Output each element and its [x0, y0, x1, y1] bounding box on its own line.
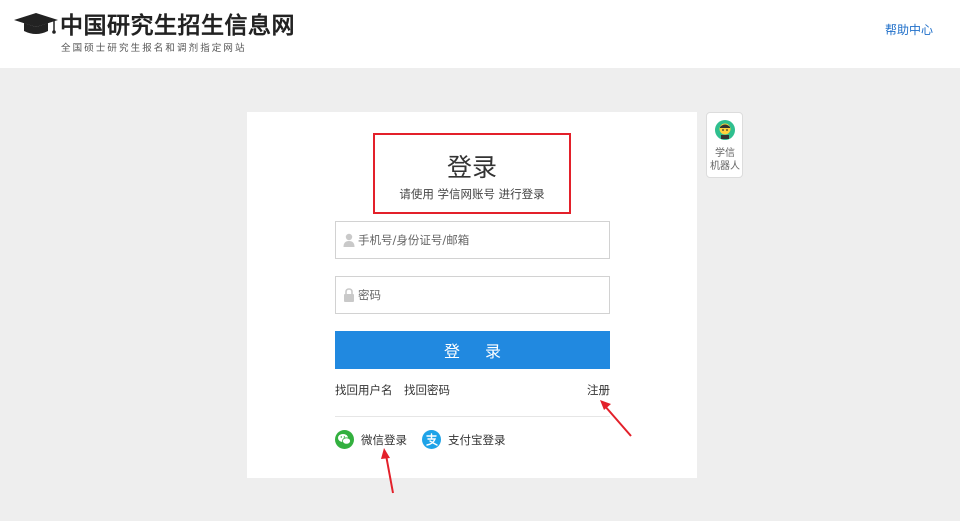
site-header: 中国研究生招生信息网 全国硕士研究生报名和调剂指定网站 帮助中心 — [0, 0, 960, 68]
logo-title: 中国研究生招生信息网 — [60, 13, 295, 39]
robot-icon — [715, 120, 735, 140]
wechat-login-label: 微信登录 — [361, 433, 407, 447]
robot-label-line1: 学信 — [715, 148, 735, 159]
forgot-password-link[interactable]: 找回密码 — [404, 382, 450, 398]
robot-label-line2: 机器人 — [710, 161, 740, 172]
account-links: 找回用户名 找回密码 注册 — [335, 382, 610, 398]
robot-label: 学信 机器人 — [707, 147, 743, 173]
login-title: 登录 — [446, 153, 497, 182]
site-logo[interactable]: 中国研究生招生信息网 全国硕士研究生报名和调剂指定网站 — [12, 6, 302, 58]
logo-subtitle: 全国硕士研究生报名和调剂指定网站 — [61, 43, 247, 54]
wechat-icon — [335, 430, 354, 449]
forgot-username-link[interactable]: 找回用户名 — [335, 382, 393, 398]
alipay-icon — [422, 430, 441, 449]
help-center-link[interactable]: 帮助中心 — [885, 21, 933, 38]
robot-assistant-button[interactable]: 学信 机器人 — [706, 112, 743, 178]
password-input[interactable] — [358, 277, 603, 313]
user-icon — [343, 233, 355, 247]
lock-icon — [344, 288, 354, 302]
username-input[interactable] — [358, 222, 603, 258]
alipay-login-label: 支付宝登录 — [448, 433, 506, 447]
login-card: 登录 请使用 学信网账号 进行登录 登 录 找回用户名 找回密码 注册 — [247, 112, 697, 478]
login-subtitle: 请使用 学信网账号 进行登录 — [399, 187, 545, 201]
divider — [335, 416, 610, 417]
graduation-cap-icon — [14, 13, 58, 34]
login-button[interactable]: 登 录 — [335, 331, 610, 369]
register-link[interactable]: 注册 — [587, 382, 610, 398]
username-field[interactable] — [335, 221, 610, 259]
password-field[interactable] — [335, 276, 610, 314]
